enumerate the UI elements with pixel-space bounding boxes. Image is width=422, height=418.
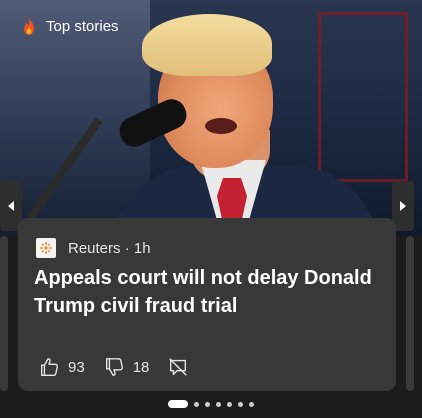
- dislike-count: 18: [132, 358, 150, 376]
- story-source: Reuters · 1h: [36, 238, 151, 258]
- fire-icon: [20, 16, 38, 36]
- reuters-logo-icon: [36, 238, 56, 258]
- top-stories-widget: Top stories Reuters · 1h Appeals court w…: [0, 0, 422, 418]
- like-button[interactable]: 93: [38, 356, 85, 378]
- pagination-dot-active[interactable]: [168, 400, 188, 408]
- story-headline[interactable]: Appeals court will not delay Donald Trum…: [34, 264, 384, 320]
- like-count: 93: [68, 358, 85, 376]
- widget-header[interactable]: Top stories: [20, 16, 119, 36]
- story-actions: 93 18: [38, 356, 207, 378]
- pagination-dot[interactable]: [249, 401, 254, 407]
- background-frame: [318, 12, 408, 182]
- pagination-dots: [168, 400, 254, 408]
- pagination-dot[interactable]: [227, 401, 232, 407]
- pagination-dot[interactable]: [194, 401, 199, 407]
- comments-disabled-icon: [169, 358, 188, 376]
- hair: [142, 14, 272, 76]
- comments-button[interactable]: [167, 356, 189, 378]
- pagination-dot[interactable]: [216, 401, 221, 407]
- story-card[interactable]: Reuters · 1h Appeals court will not dela…: [18, 218, 396, 391]
- thumbs-down-icon: [105, 358, 123, 376]
- thumbs-up-icon: [40, 358, 58, 376]
- mouth: [205, 118, 237, 134]
- dislike-button[interactable]: 18: [103, 356, 150, 378]
- widget-title: Top stories: [46, 17, 119, 35]
- source-label: Reuters · 1h: [68, 239, 151, 257]
- pagination-dot[interactable]: [238, 401, 243, 407]
- next-card-edge[interactable]: [406, 236, 414, 391]
- previous-card-edge[interactable]: [0, 236, 8, 391]
- chevron-left-icon: [8, 201, 14, 211]
- chevron-right-icon: [400, 201, 406, 211]
- pagination-dot[interactable]: [205, 401, 210, 407]
